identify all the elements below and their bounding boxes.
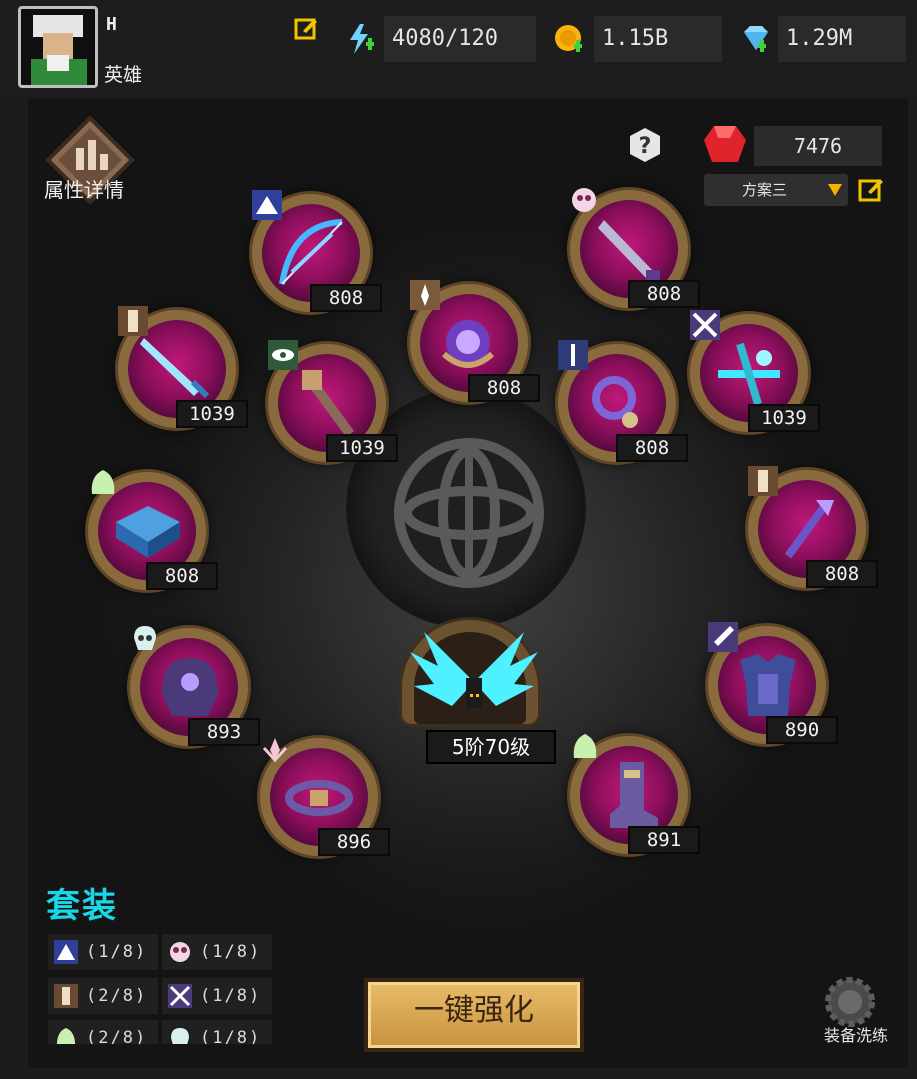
edit-plan-icon[interactable] [858, 176, 884, 202]
player-title: 英雄 [104, 64, 143, 86]
core-sigil-icon [394, 438, 544, 588]
set-title: 套装 [46, 886, 118, 926]
slot-level: 808 [628, 280, 700, 308]
equip-slot-sword[interactable]: 1039 [112, 304, 248, 434]
slot-level: 1039 [176, 400, 248, 428]
plan-select[interactable]: 方案三 [704, 174, 848, 206]
helmet-icon [162, 658, 218, 716]
lotus-icon [410, 280, 440, 310]
lotus-icon [262, 738, 288, 763]
eye-icon [268, 340, 298, 370]
set-entry[interactable]: (1/8) [162, 1020, 272, 1044]
sword-icon [140, 338, 210, 399]
equip-slot-bow[interactable]: 808 [246, 188, 382, 318]
diamond-value: 1.29M [778, 16, 906, 62]
equip-slot-armor[interactable]: 890 [702, 620, 838, 750]
blade-icon [598, 220, 660, 284]
slot-level: 808 [616, 434, 688, 462]
slot-level: 890 [766, 716, 838, 744]
hood-icon [573, 734, 597, 758]
crossbow-icon [718, 342, 780, 406]
book-icon [116, 506, 180, 558]
hood-icon [56, 1028, 76, 1044]
slot-level: 808 [310, 284, 382, 312]
mountain-icon [252, 190, 282, 220]
one-click-enhance-button[interactable]: 一键强化 [364, 978, 584, 1052]
equip-slot-boots[interactable]: 891 [564, 730, 700, 860]
ring-icon [592, 376, 638, 428]
player-avatar[interactable] [18, 6, 98, 88]
armor-icon [740, 654, 796, 716]
skull-sword-icon [170, 942, 190, 962]
set-count: (1/8) [86, 942, 148, 962]
belt-icon [285, 780, 353, 816]
equip-slot-blade[interactable]: 808 [564, 184, 700, 314]
crossed-swords-icon [690, 310, 720, 340]
slot-level: 808 [806, 560, 878, 588]
gear-skull-icon[interactable] [824, 976, 876, 1028]
equip-slot-scepter[interactable]: 808 [742, 464, 878, 594]
staff-rune-icon [558, 340, 588, 370]
boots-icon [610, 762, 658, 828]
gold-coin-icon [555, 25, 582, 52]
equipment-refine-label[interactable]: 装备洗练 [824, 1022, 888, 1046]
diamond-icon [744, 26, 768, 52]
equip-slot-book[interactable]: 808 [82, 466, 218, 596]
dagger-icon [708, 622, 738, 652]
mountain-icon [54, 940, 78, 964]
stamina-value: 4080/120 [384, 16, 536, 62]
wings-icon[interactable] [404, 622, 544, 742]
equip-slot-helmet[interactable]: 893 [124, 622, 260, 752]
stamina-lightning-icon [350, 24, 374, 54]
set-count: (1/8) [200, 986, 262, 1006]
banner-icon [118, 306, 148, 336]
banner-icon [54, 984, 78, 1008]
set-entry[interactable]: (2/8) [48, 1020, 158, 1044]
gold-value: 1.15B [594, 16, 722, 62]
top-bar: H 英雄 4080/120 1.15B 1.29M [0, 0, 917, 96]
wings-level: 5阶70级 [426, 730, 556, 764]
slot-level: 896 [318, 828, 390, 856]
ruby-count: 7476 [754, 126, 882, 166]
slot-level: 808 [146, 562, 218, 590]
skull-sword-icon [572, 188, 596, 212]
svg-text:?: ? [639, 134, 652, 159]
slot-level: 893 [188, 718, 260, 746]
staff-icon [301, 370, 355, 437]
equip-slot-staff[interactable]: 1039 [262, 338, 398, 468]
set-entry[interactable]: (1/8) [48, 934, 158, 970]
slot-level: 1039 [748, 404, 820, 432]
equipment-panel: 属性详情 ? 7476 方案三 808 808 1039 1039 808 10… [28, 98, 908, 1068]
dropdown-arrow-icon [828, 184, 842, 196]
skull-icon [171, 1028, 189, 1044]
crossed-swords-icon [168, 984, 192, 1008]
slot-level: 1039 [326, 434, 398, 462]
set-entry[interactable]: (1/8) [162, 934, 272, 970]
banner-icon [748, 466, 778, 496]
orb-icon [441, 320, 495, 368]
skull-icon [134, 626, 156, 650]
set-count: (1/8) [200, 942, 262, 962]
set-count: (2/8) [86, 1028, 148, 1044]
set-entry[interactable]: (1/8) [162, 978, 272, 1014]
ruby-icon [704, 126, 746, 162]
edit-name-icon[interactable] [294, 16, 318, 40]
slot-level: 808 [468, 374, 540, 402]
set-entry[interactable]: (2/8) [48, 978, 158, 1014]
slot-level: 891 [628, 826, 700, 854]
plan-select-value: 方案三 [742, 181, 788, 199]
set-count: (2/8) [86, 986, 148, 1006]
scepter-icon [784, 500, 834, 559]
player-name: H [106, 14, 117, 35]
equip-slot-ring[interactable]: 808 [552, 338, 688, 468]
set-count: (1/8) [200, 1028, 262, 1044]
bow-icon [279, 219, 343, 285]
equip-slot-belt[interactable]: 896 [254, 732, 390, 862]
equip-slot-crossbow[interactable]: 1039 [684, 308, 820, 438]
equip-slot-orb[interactable]: 808 [404, 278, 540, 408]
attributes-label[interactable]: 属性详情 [44, 174, 124, 203]
help-icon[interactable]: ? [626, 126, 664, 164]
hood-icon [91, 470, 115, 494]
